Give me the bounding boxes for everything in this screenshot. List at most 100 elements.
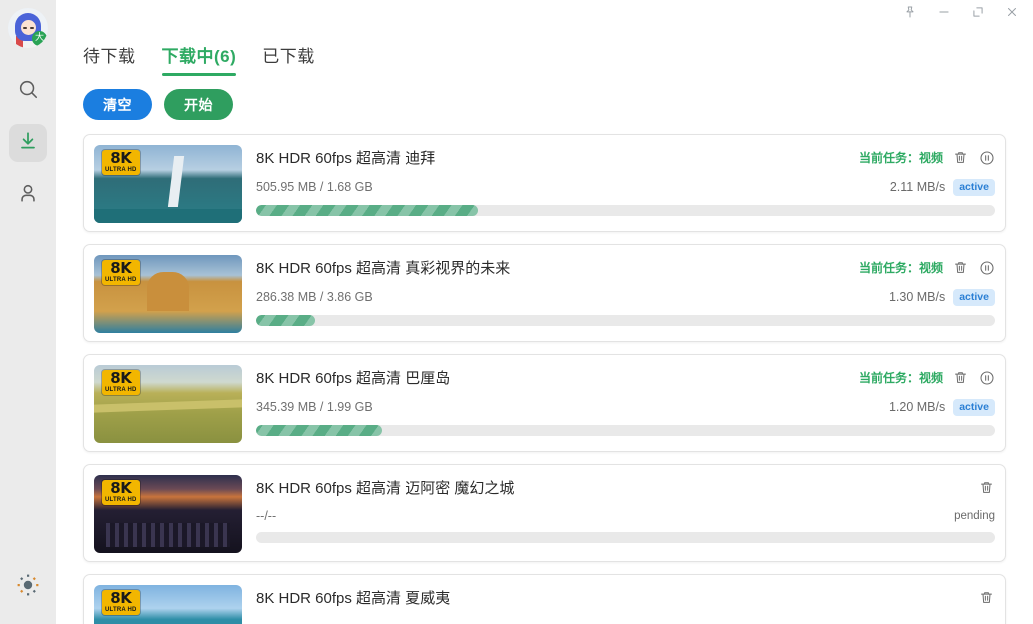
sidebar-item-search[interactable] [9,72,47,110]
badge-8k-text: 8K [110,589,132,607]
avatar-badge: 大 [32,31,47,46]
card-status-group: 1.30 MB/s active [889,289,995,306]
progress-track [256,314,995,326]
badge-8k-text: 8K [110,479,132,497]
current-task-label: 当前任务：视频 [858,151,943,165]
pause-button[interactable] [978,259,995,276]
card-top-row: 8K HDR 60fps 超高清 迪拜 当前任务：视频 [256,147,995,168]
delete-button[interactable] [952,259,969,276]
download-title: 8K HDR 60fps 超高清 巴厘岛 [256,370,451,387]
8k-ultrahd-badge: 8K ULTRA HD [102,480,140,505]
progress-track [256,532,995,543]
8k-ultrahd-badge: 8K ULTRA HD [102,150,140,175]
progress-track [256,204,995,216]
card-status-group: 2.11 MB/s active [890,179,995,196]
card-top-row: 8K HDR 60fps 超高清 巴厘岛 当前任务：视频 [256,367,995,388]
action-bar: 清空 开始 [56,76,1033,120]
download-card-3[interactable]: 8K ULTRA HD 8K HDR 60fps 超高清 巴厘岛 当前任务：视频 [83,354,1006,452]
download-speed: 1.30 MB/s [888,290,946,305]
video-thumbnail[interactable]: 8K ULTRA HD [94,255,242,333]
delete-button[interactable] [952,149,969,166]
8k-ultrahd-badge: 8K ULTRA HD [102,590,140,615]
card-mid-row: --/-- pending [256,509,995,523]
card-top-actions: 当前任务：视频 [859,259,995,276]
card-body: 8K HDR 60fps 超高清 迪拜 当前任务：视频 505.95 MB / … [256,145,995,221]
badge-ultrahd-text: ULTRA HD [105,607,137,613]
status-badge: pending [954,510,995,522]
video-thumbnail[interactable]: 8K ULTRA HD [94,145,242,223]
pin-button[interactable] [893,1,927,27]
clear-button[interactable]: 清空 [83,89,152,120]
download-list: 8K ULTRA HD 8K HDR 60fps 超高清 迪拜 当前任务：视频 [56,120,1033,624]
current-task-label: 当前任务：视频 [858,371,943,385]
download-card-4[interactable]: 8K ULTRA HD 8K HDR 60fps 超高清 迈阿密 魔幻之城 --… [83,464,1006,562]
card-top-row: 8K HDR 60fps 超高清 夏威夷 [256,587,995,608]
card-top-actions [969,589,995,606]
size-progress-text: --/-- [256,509,277,523]
card-top-actions: 当前任务：视频 [859,149,995,166]
video-thumbnail[interactable]: 8K ULTRA HD [94,585,242,624]
card-top-row: 8K HDR 60fps 超高清 真彩视界的未来 当前任务：视频 [256,257,995,278]
size-progress-text: 505.95 MB / 1.68 GB [256,180,373,195]
avatar-eye-left [23,27,27,29]
user-icon [17,182,39,209]
settings-sun-icon [16,573,40,602]
title-bar [56,0,1033,28]
sidebar-item-downloads[interactable] [9,124,47,162]
card-body: 8K HDR 60fps 超高清 真彩视界的未来 当前任务：视频 286.38 … [256,255,995,331]
minimize-button[interactable] [927,1,961,27]
tab-downloaded[interactable]: 已下载 [262,42,315,76]
start-button[interactable]: 开始 [164,89,233,120]
card-top-row: 8K HDR 60fps 超高清 迈阿密 魔幻之城 [256,477,995,498]
sidebar: 大 [0,0,56,624]
progress-fill [256,424,382,436]
size-progress-text: 345.39 MB / 1.99 GB [256,400,373,415]
download-card-2[interactable]: 8K ULTRA HD 8K HDR 60fps 超高清 真彩视界的未来 当前任… [83,244,1006,342]
sidebar-item-user[interactable] [9,176,47,214]
progress-track [256,424,995,436]
download-title: 8K HDR 60fps 超高清 真彩视界的未来 [256,260,511,277]
badge-ultrahd-text: ULTRA HD [105,277,137,283]
download-title: 8K HDR 60fps 超高清 迪拜 [256,150,436,167]
tab-bar: 待下载 下载中(6) 已下载 [56,28,1033,76]
download-title: 8K HDR 60fps 超高清 迈阿密 魔幻之城 [256,480,515,497]
tab-downloading[interactable]: 下载中(6) [161,42,237,76]
close-button[interactable] [995,1,1029,27]
download-title: 8K HDR 60fps 超高清 夏威夷 [256,590,451,607]
delete-button[interactable] [952,369,969,386]
size-progress-text: 286.38 MB / 3.86 GB [256,290,373,305]
badge-ultrahd-text: ULTRA HD [105,497,137,503]
card-top-actions [969,479,995,496]
pin-icon [903,5,917,24]
minimize-icon [937,5,951,24]
video-thumbnail[interactable]: 8K ULTRA HD [94,475,242,553]
card-mid-row: 286.38 MB / 3.86 GB 1.30 MB/s active [256,289,995,306]
delete-button[interactable] [978,479,995,496]
pause-button[interactable] [978,369,995,386]
maximize-icon [971,5,985,24]
current-task-label: 当前任务：视频 [858,261,943,275]
badge-ultrahd-text: ULTRA HD [105,167,137,173]
download-speed: 1.20 MB/s [888,400,946,415]
delete-button[interactable] [978,589,995,606]
avatar[interactable]: 大 [8,8,48,48]
downloader-window: 大 待下载 下载中(6) 已下载 清空 开始 8K ULTRA HD 8K HD… [0,0,1033,624]
status-badge: active [953,289,995,306]
tab-pending[interactable]: 待下载 [83,42,136,76]
status-badge: active [953,399,995,416]
card-top-actions: 当前任务：视频 [859,369,995,386]
search-icon [17,78,39,105]
pause-button[interactable] [978,149,995,166]
download-card-1[interactable]: 8K ULTRA HD 8K HDR 60fps 超高清 迪拜 当前任务：视频 [83,134,1006,232]
video-thumbnail[interactable]: 8K ULTRA HD [94,365,242,443]
progress-fill [256,204,478,216]
8k-ultrahd-badge: 8K ULTRA HD [102,370,140,395]
download-icon [17,130,39,157]
badge-8k-text: 8K [110,369,132,387]
status-badge: active [953,179,995,196]
progress-fill [256,314,316,326]
download-card-5[interactable]: 8K ULTRA HD 8K HDR 60fps 超高清 夏威夷 [83,574,1006,624]
card-body: 8K HDR 60fps 超高清 夏威夷 [256,585,995,624]
sidebar-item-settings[interactable] [9,568,47,606]
maximize-button[interactable] [961,1,995,27]
